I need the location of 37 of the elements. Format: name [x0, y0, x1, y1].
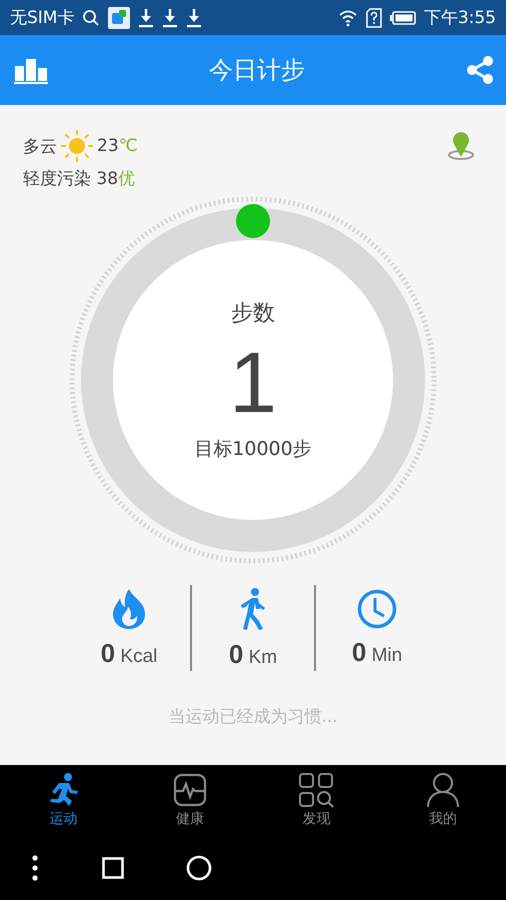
sun-icon — [60, 129, 94, 163]
heartbeat-icon — [172, 772, 208, 808]
nav-tab[interactable]: 运动 — [0, 765, 126, 835]
person-icon — [424, 772, 461, 808]
home-button[interactable] — [186, 854, 212, 880]
weather-condition: 多云 — [23, 136, 57, 158]
step-goal: 目标10000步 — [194, 437, 312, 462]
nav-tab[interactable]: 健康 — [126, 765, 253, 835]
walking-person-icon — [238, 586, 268, 630]
steps-label: 步数 — [231, 300, 275, 328]
download-icon — [138, 8, 154, 28]
nav-tab[interactable]: 发现 — [253, 765, 380, 835]
wifi-icon — [338, 8, 358, 26]
step-count: 1 — [229, 340, 277, 426]
sim-missing-icon — [366, 8, 382, 28]
download-icon — [162, 8, 178, 28]
menu-icon[interactable] — [31, 854, 40, 880]
location-pin-icon[interactable] — [446, 131, 476, 161]
battery-icon — [390, 10, 416, 24]
stat-value: 0 Km — [228, 638, 278, 670]
search-icon — [82, 8, 100, 26]
recents-button[interactable] — [102, 856, 124, 878]
clock-icon — [357, 588, 397, 628]
motto-text: 当运动已经成为习惯... — [168, 706, 338, 728]
stat-value: 0 Kcal — [100, 638, 158, 668]
screen-title: 今日计步 — [209, 55, 305, 86]
nav-tab[interactable]: 我的 — [380, 765, 506, 835]
temperature: 23℃ — [97, 136, 138, 156]
grid-search-icon — [298, 772, 334, 808]
stat-value: 0 Min — [352, 636, 402, 668]
app-notification-icon — [108, 6, 130, 28]
flame-icon — [111, 588, 147, 630]
air-quality: 轻度污染 38优 — [23, 168, 136, 190]
carrier-text: 无SIM卡 — [10, 7, 74, 29]
download-icon — [186, 8, 202, 28]
clock-text: 下午3:55 — [424, 7, 496, 29]
share-icon[interactable] — [466, 55, 494, 85]
